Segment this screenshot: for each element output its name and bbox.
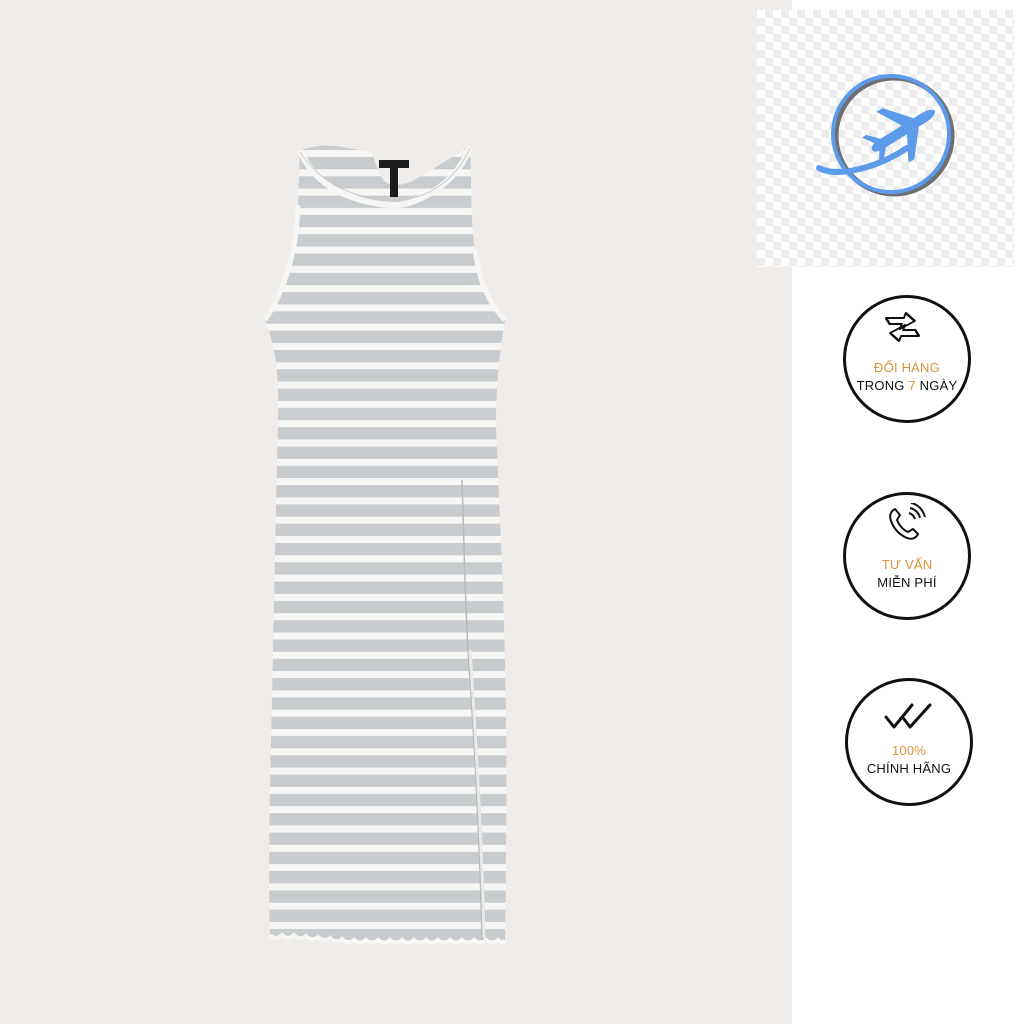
product-photo-background xyxy=(0,0,792,1024)
airplane-globe-logo-icon xyxy=(816,74,955,197)
badge-subtitle: MIỄN PHÍ xyxy=(877,575,937,590)
consultation-badge: TƯ VẤN MIỄN PHÍ xyxy=(843,492,971,620)
logo-panel xyxy=(757,10,1014,267)
exchange-arrows-icon xyxy=(884,312,921,342)
phone-call-icon xyxy=(889,503,926,540)
striped-dress-image xyxy=(262,145,507,945)
badge-title: ĐỔI HÀNG xyxy=(874,360,940,375)
double-check-icon xyxy=(884,703,932,729)
badge-subtitle: CHÍNH HÃNG xyxy=(866,761,952,776)
dress-body xyxy=(262,145,507,945)
authentic-badge: 100% CHÍNH HÃNG xyxy=(845,678,973,806)
badge-title: 100% xyxy=(891,743,927,758)
badge-subtitle: TRONG 7 NGÀY xyxy=(856,378,958,393)
badge-title: TƯ VẤN xyxy=(881,557,933,572)
exchange-badge: ĐỔI HÀNG TRONG 7 NGÀY xyxy=(843,295,971,423)
